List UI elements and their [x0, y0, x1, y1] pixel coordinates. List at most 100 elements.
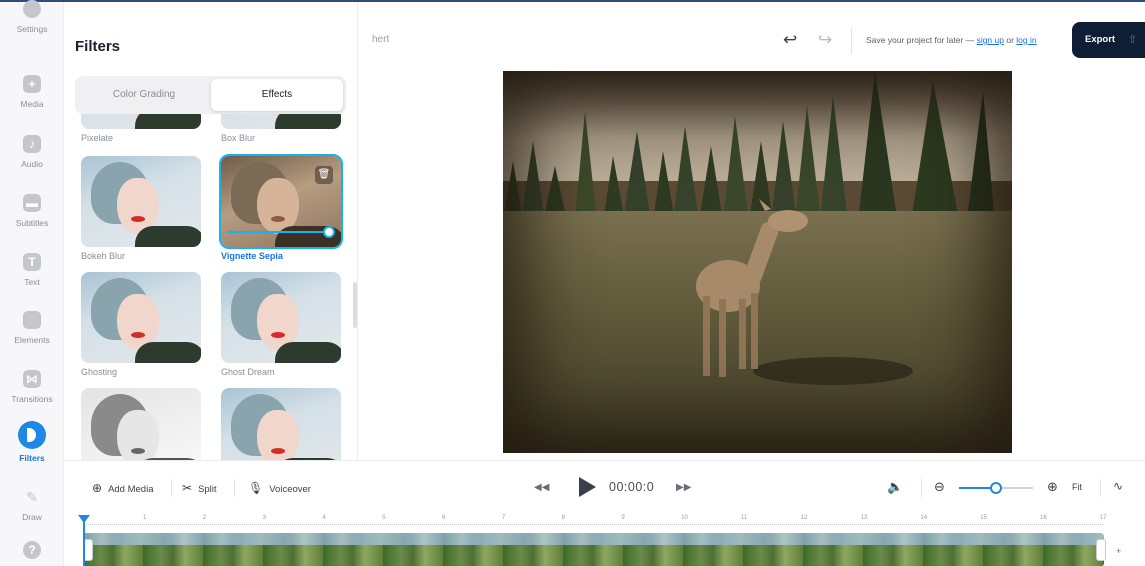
subtitles-icon: ▬ [23, 194, 41, 212]
filter-card-more[interactable] [221, 388, 341, 460]
video-track[interactable] [83, 533, 1104, 566]
save-prompt-text: Save your project for later — [866, 35, 975, 45]
ruler-tick-label: 3 [262, 515, 266, 521]
add-circle-icon: ⊕ [92, 481, 103, 495]
filters-icon [18, 421, 46, 449]
ruler-tick-label: 4 [322, 515, 326, 521]
voiceover-button[interactable]: 🎙 Voiceover [248, 481, 311, 495]
ruler-tick-label: 10 [681, 515, 688, 521]
add-media-label: Add Media [108, 484, 154, 495]
sidebar-item-label: Draw [22, 512, 42, 522]
ruler-line [83, 524, 1103, 525]
sidebar-item-text[interactable]: T Text [0, 253, 64, 287]
filter-thumbnail [81, 156, 201, 247]
settings-icon [23, 0, 41, 18]
skip-back-icon[interactable]: ◀◀ [534, 482, 549, 493]
split-button[interactable]: ✂ Split [182, 481, 217, 495]
ruler-tick-label: 12 [800, 515, 808, 521]
fit-button[interactable]: Fit [1072, 482, 1082, 492]
sidebar-item-draw[interactable]: ✎ Draw [0, 488, 64, 522]
sidebar-item-subtitles[interactable]: ▬ Subtitles [0, 194, 64, 228]
filter-thumbnail [81, 272, 201, 363]
filter-label: Vignette Sepia [221, 251, 283, 261]
zoom-slider-knob[interactable] [990, 482, 1002, 494]
split-label: Split [198, 484, 217, 495]
panel-scrollbar[interactable] [353, 282, 357, 328]
elements-icon [23, 311, 41, 329]
filter-label: Bokeh Blur [81, 251, 126, 261]
skip-forward-icon[interactable]: ▶▶ [676, 482, 691, 493]
filter-card-vignette-sepia[interactable]: 🗑 Vignette Sepia [219, 154, 343, 263]
timecode: 00:00:0 [609, 480, 655, 494]
ruler-tick-label: 17 [1099, 515, 1107, 521]
sidebar-item-transitions[interactable]: ⋈ Transitions [0, 370, 64, 404]
divider [234, 479, 235, 497]
sidebar-item-audio[interactable]: ♪ Audio [0, 135, 64, 169]
ruler-tick-label: 8 [561, 515, 565, 521]
pen-icon: ✎ [26, 489, 38, 505]
tab-effects[interactable]: Effects [211, 79, 343, 111]
or-text: or [1006, 35, 1014, 45]
undo-icon[interactable]: ↩ [783, 30, 797, 50]
sidebar-item-elements[interactable]: Elements [0, 311, 64, 345]
sidebar-item-settings[interactable]: Settings [0, 0, 64, 34]
timeline-ruler[interactable]: 1 2 3 4 5 6 7 8 9 10 11 12 13 14 15 16 17 [83, 515, 1106, 527]
filter-card-ghosting[interactable]: Ghosting [81, 272, 201, 379]
ruler-tick-label: 9 [621, 515, 625, 521]
filter-thumbnail [221, 114, 341, 129]
zoom-in-icon[interactable]: ⊕ [1047, 479, 1058, 495]
export-button[interactable]: Export ⇧ [1072, 22, 1145, 58]
sign-up-link[interactable]: sign up [977, 35, 1004, 45]
music-note-icon: ♪ [23, 135, 41, 153]
video-preview[interactable] [503, 71, 1012, 453]
sidebar-item-label: Media [20, 99, 44, 109]
filter-card-box-blur[interactable]: Box Blur [221, 114, 341, 145]
add-media-button[interactable]: ⊕ Add Media [92, 481, 153, 495]
filter-label: Pixelate [81, 133, 114, 143]
filter-intensity-knob[interactable] [323, 226, 335, 238]
waveform-icon[interactable]: ∿ [1113, 479, 1123, 493]
add-track-button[interactable]: + [1116, 546, 1121, 556]
filter-card-bokeh-blur[interactable]: Bokeh Blur [81, 156, 201, 263]
playhead-line[interactable] [83, 521, 85, 566]
filter-thumbnail [221, 272, 341, 363]
sidebar-item-label: Transitions [11, 394, 53, 404]
filter-thumbnail: 🗑 [219, 154, 343, 249]
ruler-tick-label: 7 [501, 515, 506, 521]
filter-card-pixelate[interactable]: Pixelate [81, 114, 201, 145]
filter-card-grayscale[interactable] [81, 388, 201, 460]
filter-card-ghost-dream[interactable]: Ghost Dream [221, 272, 341, 379]
volume-icon[interactable]: 🔈 [887, 479, 903, 495]
zoom-out-icon[interactable]: ⊖ [934, 479, 945, 495]
zoom-slider[interactable] [959, 482, 1033, 494]
sidebar-item-label: Text [24, 277, 40, 287]
ruler-tick-label: 15 [980, 515, 987, 521]
ruler-tick-label: 2 [202, 515, 207, 521]
sidebar-item-label: Subtitles [15, 218, 49, 228]
play-button[interactable] [577, 475, 597, 499]
trim-handle-end[interactable] [1096, 539, 1106, 561]
filter-thumbnail [221, 388, 341, 460]
ruler-tick-label: 11 [741, 515, 748, 521]
trash-icon[interactable]: 🗑 [315, 166, 333, 184]
redo-icon[interactable]: ↪ [818, 30, 832, 50]
filter-label: Ghosting [81, 367, 118, 377]
log-in-link[interactable]: log in [1016, 35, 1036, 45]
playhead[interactable] [78, 515, 90, 523]
sidebar-item-label: Settings [16, 24, 48, 34]
divider [851, 28, 852, 54]
ruler-tick-label: 6 [442, 515, 446, 521]
filters-panel: Filters Color Grading Effects Pixelate B… [64, 2, 358, 460]
filter-label: Box Blur [221, 133, 256, 143]
text-icon: T [23, 253, 41, 271]
sidebar-item-label: Elements [14, 335, 50, 345]
project-name[interactable]: hert [372, 34, 389, 45]
sidebar-item-filters[interactable]: Filters [0, 421, 64, 463]
ruler-tick-label: 5 [382, 515, 386, 521]
sidebar-item-help[interactable]: ? [0, 541, 64, 559]
filter-thumbnail [81, 114, 201, 129]
left-sidebar: Settings + Media ♪ Audio ▬ Subtitles T T… [0, 0, 64, 566]
divider [171, 479, 172, 497]
tab-color-grading[interactable]: Color Grading [78, 79, 210, 111]
sidebar-item-media[interactable]: + Media [0, 75, 64, 109]
